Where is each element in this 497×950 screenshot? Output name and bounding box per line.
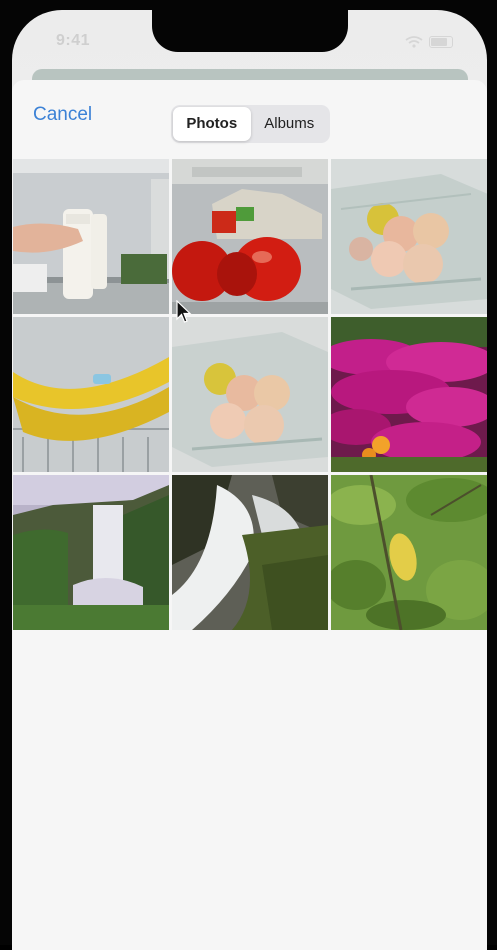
photo-picker-sheet: Cancel Photos Albums	[12, 80, 487, 950]
phone-frame: 9:41 Cancel Photos Albums	[0, 0, 497, 950]
photo-apples-box-2[interactable]	[172, 317, 328, 472]
status-time: 9:41	[56, 32, 91, 49]
photo-fridge-milk[interactable]	[13, 159, 169, 314]
battery-icon	[429, 36, 453, 48]
photo-bananas[interactable]	[13, 317, 169, 472]
photo-waterfall[interactable]	[13, 475, 169, 630]
photo-lemon-tree[interactable]	[331, 475, 487, 630]
photo-apples-box[interactable]	[331, 159, 487, 314]
photo-tomatoes[interactable]	[172, 159, 328, 314]
screen: 9:41 Cancel Photos Albums	[12, 10, 487, 950]
notch	[152, 10, 348, 52]
status-icons	[405, 36, 453, 48]
segment-albums[interactable]: Albums	[251, 107, 329, 141]
photos-albums-segmented-control: Photos Albums	[171, 105, 330, 143]
photo-grid	[13, 159, 487, 630]
wifi-icon	[405, 36, 423, 48]
cancel-button[interactable]: Cancel	[33, 104, 92, 126]
photo-purple-flowers[interactable]	[331, 317, 487, 472]
picker-navbar: Cancel Photos Albums	[12, 80, 487, 150]
photo-waterfall-closeup[interactable]	[172, 475, 328, 630]
segment-photos[interactable]: Photos	[173, 107, 251, 141]
